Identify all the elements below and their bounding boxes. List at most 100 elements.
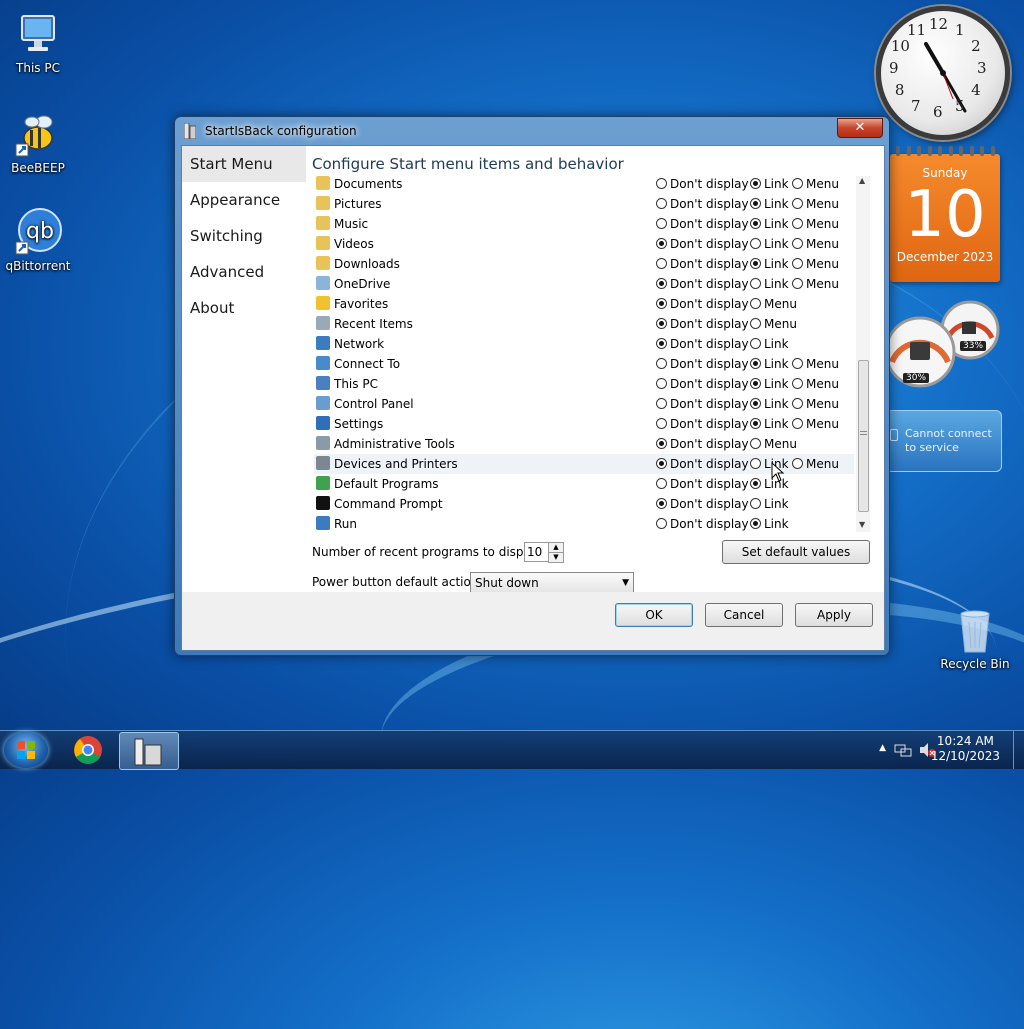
radio-label-link[interactable]: Link [764, 377, 789, 391]
radio-label-menu[interactable]: Menu [806, 237, 839, 251]
radio-link[interactable] [750, 338, 761, 349]
radio-dont[interactable] [656, 318, 667, 329]
radio-label-dont[interactable]: Don't display [670, 417, 749, 431]
desktop-icon-beebeep[interactable]: BeeBEEP [0, 110, 76, 175]
radio-label-dont[interactable]: Don't display [670, 297, 749, 311]
radio-link[interactable] [750, 238, 761, 249]
radio-label-dont[interactable]: Don't display [670, 317, 749, 331]
radio-menu[interactable] [792, 218, 803, 229]
radio-dont[interactable] [656, 338, 667, 349]
desktop-icon-qbittorrent[interactable]: qb qBittorrent [0, 208, 76, 273]
radio-label-menu[interactable]: Menu [806, 397, 839, 411]
radio-label-dont[interactable]: Don't display [670, 397, 749, 411]
show-desktop-button[interactable] [1013, 731, 1024, 769]
radio-menu[interactable] [792, 458, 803, 469]
power-action-select[interactable]: Shut down ▼ [470, 572, 634, 594]
radio-label-dont[interactable]: Don't display [670, 197, 749, 211]
radio-link[interactable] [750, 258, 761, 269]
radio-link[interactable] [750, 358, 761, 369]
ok-button[interactable]: OK [615, 603, 693, 627]
start-button[interactable] [4, 732, 48, 768]
radio-label-menu[interactable]: Menu [806, 417, 839, 431]
radio-label-menu[interactable]: Menu [806, 457, 839, 471]
radio-menu[interactable] [792, 258, 803, 269]
nav-item-start-menu[interactable]: Start Menu [182, 146, 306, 182]
radio-label-link[interactable]: Link [764, 217, 789, 231]
radio-label-dont[interactable]: Don't display [670, 357, 749, 371]
radio-menu[interactable] [750, 438, 761, 449]
radio-label-dont[interactable]: Don't display [670, 477, 749, 491]
radio-menu[interactable] [792, 198, 803, 209]
scroll-thumb[interactable] [858, 360, 869, 512]
radio-label-link[interactable]: Link [764, 337, 789, 351]
radio-dont[interactable] [656, 298, 667, 309]
radio-label-menu[interactable]: Menu [764, 317, 797, 331]
spin-down-button[interactable]: ▼ [548, 552, 564, 563]
radio-label-link[interactable]: Link [764, 197, 789, 211]
radio-link[interactable] [750, 458, 761, 469]
radio-label-link[interactable]: Link [764, 277, 789, 291]
radio-label-link[interactable]: Link [764, 517, 789, 531]
radio-dont[interactable] [656, 198, 667, 209]
list-scrollbar[interactable]: ▲ ▼ [856, 176, 870, 532]
radio-dont[interactable] [656, 358, 667, 369]
radio-link[interactable] [750, 398, 761, 409]
radio-label-link[interactable]: Link [764, 397, 789, 411]
radio-label-link[interactable]: Link [764, 357, 789, 371]
radio-link[interactable] [750, 198, 761, 209]
radio-label-menu[interactable]: Menu [806, 357, 839, 371]
radio-label-dont[interactable]: Don't display [670, 437, 749, 451]
radio-label-dont[interactable]: Don't display [670, 377, 749, 391]
radio-dont[interactable] [656, 178, 667, 189]
radio-label-link[interactable]: Link [764, 237, 789, 251]
radio-link[interactable] [750, 278, 761, 289]
radio-dont[interactable] [656, 518, 667, 529]
show-hidden-icons-icon[interactable]: ▲ [879, 743, 886, 753]
system-clock[interactable]: 10:24 AM 12/10/2023 [931, 734, 1000, 764]
radio-menu[interactable] [750, 318, 761, 329]
radio-menu[interactable] [750, 298, 761, 309]
scroll-down-icon[interactable]: ▼ [859, 520, 865, 529]
radio-link[interactable] [750, 478, 761, 489]
radio-menu[interactable] [792, 178, 803, 189]
radio-dont[interactable] [656, 378, 667, 389]
cpu-meter-gadget[interactable]: 30% 33% [884, 300, 1002, 392]
nav-item-appearance[interactable]: Appearance [182, 182, 306, 218]
apply-button[interactable]: Apply [795, 603, 873, 627]
radio-menu[interactable] [792, 278, 803, 289]
close-button[interactable]: ✕ [837, 118, 883, 138]
radio-label-menu[interactable]: Menu [806, 217, 839, 231]
radio-label-dont[interactable]: Don't display [670, 237, 749, 251]
radio-label-menu[interactable]: Menu [764, 297, 797, 311]
taskbar-startisback[interactable] [119, 732, 179, 770]
recent-programs-input[interactable]: 10 [524, 542, 550, 562]
radio-label-dont[interactable]: Don't display [670, 517, 749, 531]
nav-item-advanced[interactable]: Advanced [182, 254, 306, 290]
radio-link[interactable] [750, 378, 761, 389]
radio-dont[interactable] [656, 458, 667, 469]
radio-menu[interactable] [792, 418, 803, 429]
weather-gadget[interactable]: Cannot connect to service [886, 410, 1002, 472]
nav-item-about[interactable]: About [182, 290, 306, 326]
radio-label-link[interactable]: Link [764, 417, 789, 431]
nav-item-switching[interactable]: Switching [182, 218, 306, 254]
radio-label-dont[interactable]: Don't display [670, 277, 749, 291]
radio-label-link[interactable]: Link [764, 177, 789, 191]
radio-link[interactable] [750, 178, 761, 189]
calendar-gadget[interactable]: Sunday 10 December 2023 [890, 146, 1000, 282]
radio-label-dont[interactable]: Don't display [670, 497, 749, 511]
radio-label-dont[interactable]: Don't display [670, 337, 749, 351]
radio-dont[interactable] [656, 258, 667, 269]
radio-link[interactable] [750, 418, 761, 429]
radio-dont[interactable] [656, 398, 667, 409]
radio-menu[interactable] [792, 238, 803, 249]
radio-label-dont[interactable]: Don't display [670, 457, 749, 471]
radio-menu[interactable] [792, 378, 803, 389]
radio-dont[interactable] [656, 218, 667, 229]
radio-label-menu[interactable]: Menu [806, 277, 839, 291]
clock-gadget[interactable]: 12 1 2 3 4 5 6 7 8 9 10 11 [876, 6, 1010, 140]
desktop-icon-this-pc[interactable]: This PC [0, 10, 76, 75]
radio-menu[interactable] [792, 358, 803, 369]
radio-dont[interactable] [656, 278, 667, 289]
radio-label-link[interactable]: Link [764, 497, 789, 511]
